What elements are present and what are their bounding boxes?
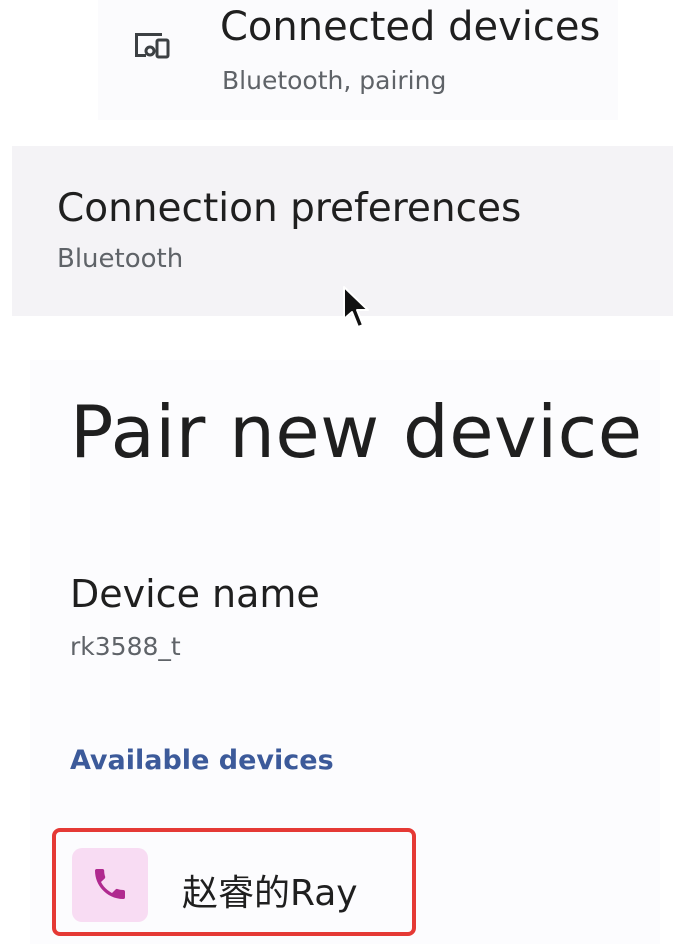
list-item-device[interactable]: 赵睿的Ray: [52, 828, 416, 936]
phone-icon: [72, 848, 148, 922]
connected-devices-row[interactable]: Connected devices Bluetooth, pairing: [98, 0, 618, 120]
device-name-value: rk3588_t: [70, 632, 181, 661]
connected-devices-icon: [132, 30, 172, 60]
device-name: 赵睿的Ray: [182, 873, 358, 914]
connected-devices-title: Connected devices: [220, 4, 601, 50]
connection-preferences-row[interactable]: Connection preferences Bluetooth: [12, 146, 673, 328]
page-title: Pair new device: [70, 390, 643, 474]
device-name-label[interactable]: Device name: [70, 572, 320, 616]
settings-screen: Connected devices Bluetooth, pairing Con…: [0, 0, 673, 944]
available-devices-header: Available devices: [70, 745, 334, 776]
connected-devices-subtitle: Bluetooth, pairing: [222, 66, 447, 95]
connection-preferences-title: Connection preferences: [57, 186, 522, 231]
connection-preferences-subtitle: Bluetooth: [57, 244, 184, 274]
mouse-cursor-icon: [342, 285, 372, 331]
